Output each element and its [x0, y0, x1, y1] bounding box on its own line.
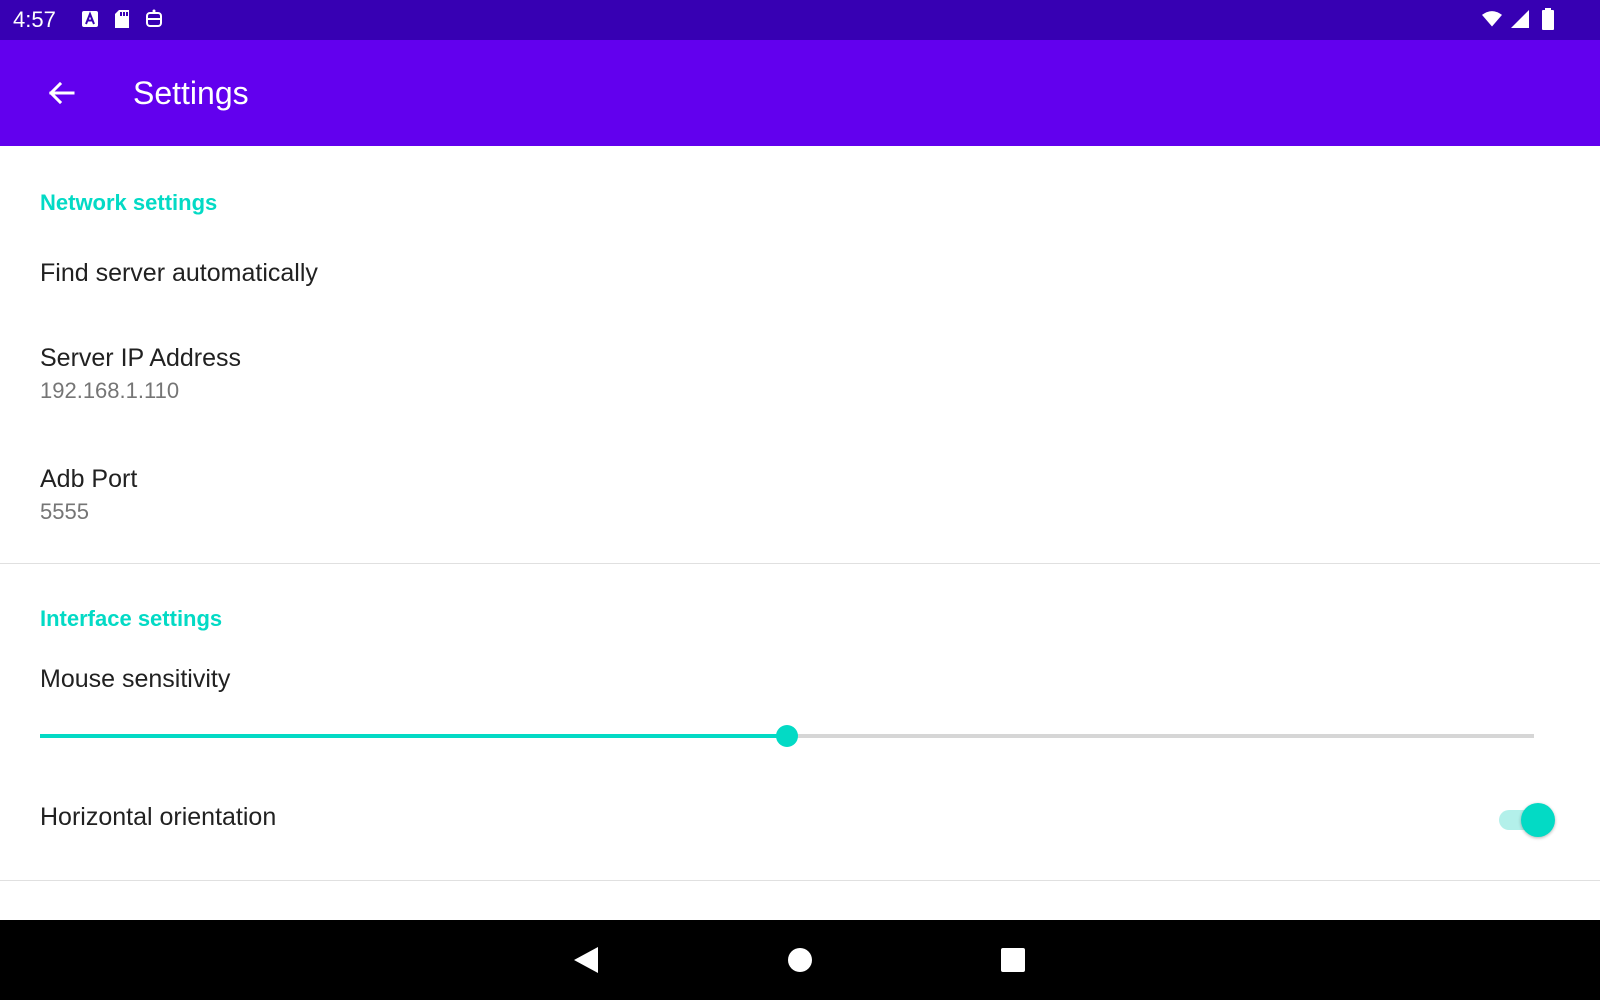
pref-adb-port[interactable]: Adb Port 5555: [0, 443, 1600, 547]
pref-title: Server IP Address: [40, 344, 242, 372]
nav-back-button[interactable]: [566, 940, 606, 980]
switch-thumb: [1521, 803, 1555, 837]
home-circle-icon: [788, 948, 812, 972]
robot-icon: [144, 8, 164, 30]
pref-mouse-sensitivity-title: Mouse sensitivity: [40, 665, 231, 693]
back-button[interactable]: [36, 68, 86, 118]
recents-square-icon: [1001, 948, 1025, 972]
slider-fill: [40, 734, 787, 738]
mouse-sensitivity-slider[interactable]: [40, 725, 1534, 747]
pref-server-ip[interactable]: Server IP Address 192.168.1.110: [0, 322, 1600, 426]
slider-thumb[interactable]: [776, 725, 798, 747]
section-divider: [0, 563, 1600, 564]
section-divider: [0, 880, 1600, 881]
section-header-network: Network settings: [40, 190, 218, 215]
pref-title: Horizontal orientation: [40, 803, 277, 831]
nav-home-button[interactable]: [780, 940, 820, 980]
nav-recents-button[interactable]: [993, 940, 1033, 980]
page-title: Settings: [133, 75, 249, 111]
signal-icon: [1510, 8, 1530, 30]
sd-card-icon: [112, 8, 132, 30]
arrow-left-icon: [48, 81, 75, 105]
settings-list: Network settings Find server automatical…: [0, 146, 1600, 920]
pref-summary: 192.168.1.110: [40, 378, 180, 403]
status-bar: 4:57: [0, 0, 1600, 40]
horizontal-orientation-switch[interactable]: [1499, 802, 1555, 838]
accessibility-a-icon: [80, 8, 100, 30]
back-triangle-icon: [574, 947, 598, 973]
battery-icon: [1538, 8, 1558, 30]
status-notification-icons: [80, 8, 164, 30]
status-system-icons: [1482, 8, 1558, 30]
pref-horizontal-orientation[interactable]: Horizontal orientation: [0, 780, 1600, 860]
wifi-icon: [1482, 8, 1502, 30]
pref-summary: 5555: [40, 499, 89, 524]
pref-title: Adb Port: [40, 465, 138, 493]
pref-find-server[interactable]: Find server automatically: [0, 234, 1600, 310]
navigation-bar: [0, 920, 1600, 1000]
status-time: 4:57: [13, 7, 56, 32]
section-header-interface: Interface settings: [40, 606, 223, 631]
pref-title: Find server automatically: [40, 259, 318, 287]
app-bar: Settings: [0, 40, 1600, 146]
